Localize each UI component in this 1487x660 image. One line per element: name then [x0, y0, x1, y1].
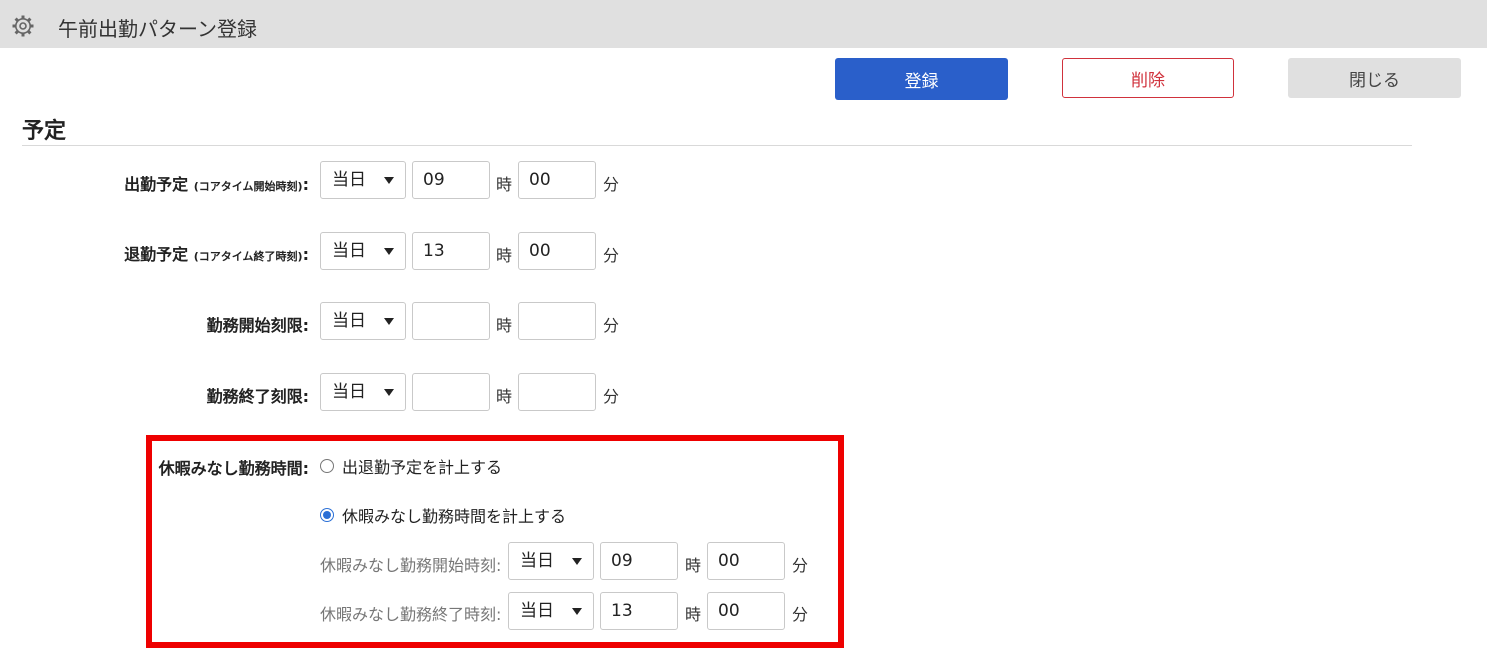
hour-unit: 時	[685, 605, 702, 624]
scheduled-end-day-value: 当日	[332, 241, 366, 261]
leave-option-schedule[interactable]: 出退勤予定を計上する	[320, 454, 502, 478]
work-end-limit-day-select[interactable]: 当日	[320, 373, 406, 411]
leave-end-minute-input[interactable]: 00	[707, 592, 785, 630]
register-button[interactable]: 登録	[835, 58, 1008, 100]
leave-option-deemed-label: 休暇みなし勤務時間を計上する	[342, 507, 567, 526]
chevron-down-icon	[572, 558, 582, 565]
scheduled-start-hour-input[interactable]: 09	[412, 161, 490, 199]
minute-unit: 分	[792, 605, 809, 624]
hour-unit: 時	[685, 556, 702, 575]
work-end-limit-minute-input[interactable]	[518, 373, 596, 411]
leave-start-day-select[interactable]: 当日	[508, 542, 594, 580]
scheduled-end-label-text: 退勤予定	[124, 245, 189, 264]
leave-end-day-value: 当日	[520, 601, 554, 621]
work-start-limit-label: 勤務開始刻限:	[206, 316, 309, 335]
radio-unchecked-icon[interactable]	[320, 459, 334, 473]
scheduled-start-label-text: 出勤予定	[124, 175, 189, 194]
chevron-down-icon	[572, 608, 582, 615]
scheduled-start-note: (コアタイム開始時刻)	[193, 180, 303, 193]
scheduled-end-day-select[interactable]: 当日	[320, 232, 406, 270]
scheduled-end-note: (コアタイム終了時刻)	[193, 250, 303, 263]
minute-unit: 分	[792, 556, 809, 575]
scheduled-start-day-value: 当日	[332, 170, 366, 190]
minute-unit: 分	[603, 246, 620, 265]
section-title: 予定	[22, 119, 67, 144]
window-title: 午前出勤パターン登録	[58, 17, 257, 41]
leave-end-hour-input[interactable]: 13	[600, 592, 678, 630]
work-end-limit-hour-input[interactable]	[412, 373, 490, 411]
work-start-limit-day-value: 当日	[332, 311, 366, 331]
chevron-down-icon	[384, 318, 394, 325]
work-end-limit-day-value: 当日	[332, 382, 366, 402]
chevron-down-icon	[384, 177, 394, 184]
work-start-limit-minute-input[interactable]	[518, 302, 596, 340]
work-start-limit-hour-input[interactable]	[412, 302, 490, 340]
hour-unit: 時	[496, 316, 513, 335]
work-end-limit-label: 勤務終了刻限:	[206, 387, 309, 406]
delete-button[interactable]: 削除	[1062, 58, 1234, 98]
work-start-limit-day-select[interactable]: 当日	[320, 302, 406, 340]
minute-unit: 分	[603, 387, 620, 406]
leave-start-hour-input[interactable]: 09	[600, 542, 678, 580]
hour-unit: 時	[496, 175, 513, 194]
chevron-down-icon	[384, 389, 394, 396]
scheduled-end-colon: :	[302, 245, 309, 264]
scheduled-end-minute-input[interactable]: 00	[518, 232, 596, 270]
minute-unit: 分	[603, 175, 620, 194]
scheduled-start-minute-input[interactable]: 00	[518, 161, 596, 199]
leave-start-label: 休暇みなし勤務開始時刻:	[320, 556, 502, 575]
scheduled-end-label: 退勤予定 (コアタイム終了時刻):	[124, 241, 309, 265]
scheduled-end-hour-input[interactable]: 13	[412, 232, 490, 270]
section-divider	[22, 145, 1412, 146]
hour-unit: 時	[496, 387, 513, 406]
chevron-down-icon	[384, 248, 394, 255]
close-button[interactable]: 閉じる	[1288, 58, 1461, 98]
leave-option-deemed[interactable]: 休暇みなし勤務時間を計上する	[320, 503, 566, 527]
scheduled-start-label: 出勤予定 (コアタイム開始時刻):	[124, 171, 309, 195]
scheduled-start-day-select[interactable]: 当日	[320, 161, 406, 199]
leave-option-schedule-label: 出退勤予定を計上する	[342, 458, 503, 477]
scheduled-start-colon: :	[302, 175, 309, 194]
title-bar: 午前出勤パターン登録	[0, 0, 1487, 48]
leave-end-label: 休暇みなし勤務終了時刻:	[320, 605, 502, 624]
gear-icon[interactable]	[11, 14, 35, 38]
radio-checked-icon[interactable]	[320, 508, 334, 522]
leave-end-day-select[interactable]: 当日	[508, 592, 594, 630]
leave-start-day-value: 当日	[520, 551, 554, 571]
leave-deemed-label: 休暇みなし勤務時間:	[158, 459, 309, 478]
leave-start-minute-input[interactable]: 00	[707, 542, 785, 580]
hour-unit: 時	[496, 246, 513, 265]
minute-unit: 分	[603, 316, 620, 335]
